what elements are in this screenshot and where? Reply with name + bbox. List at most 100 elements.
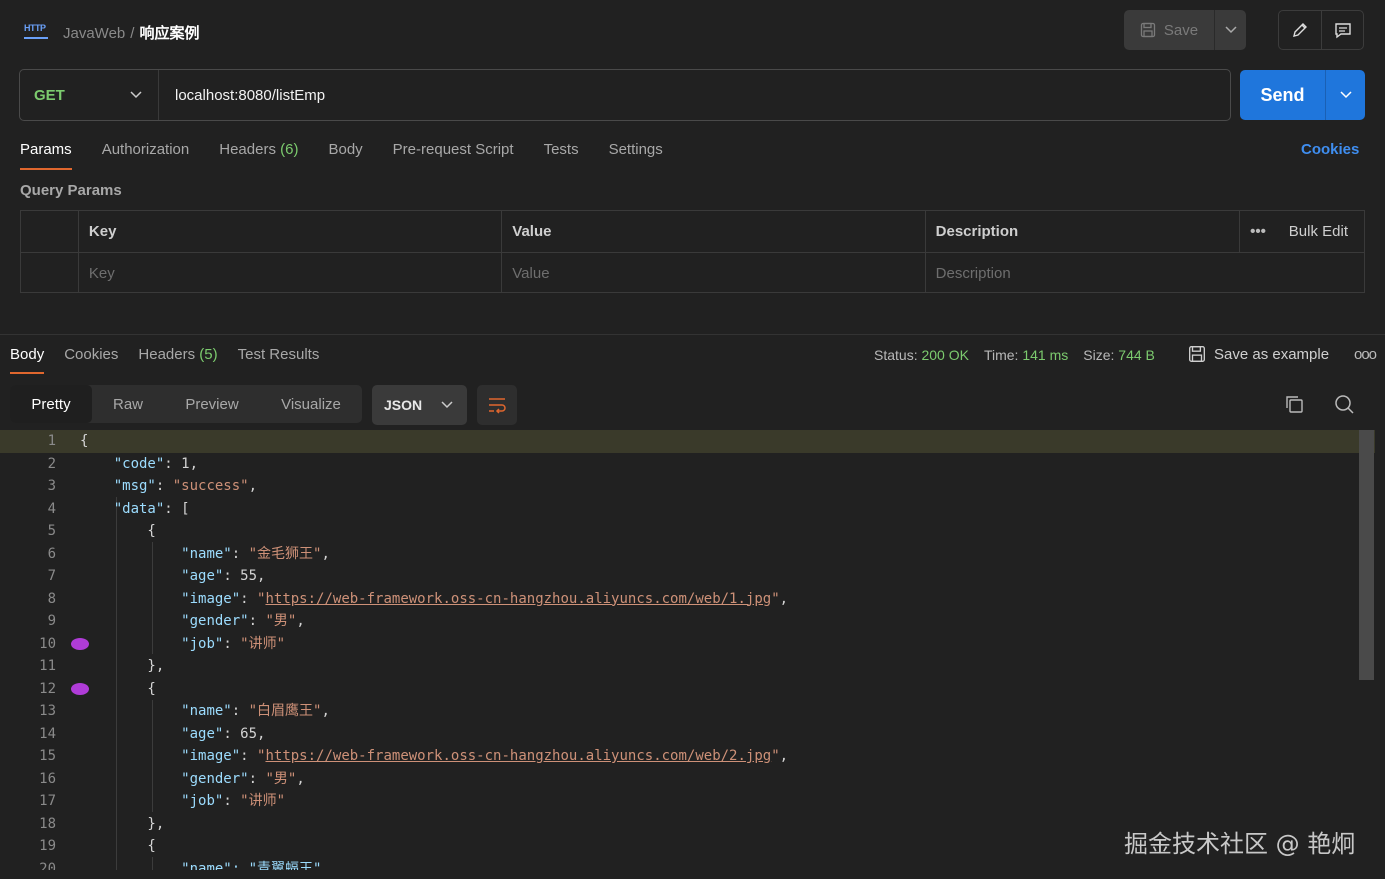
http-icon: HTTP xyxy=(24,21,48,39)
cookies-link[interactable]: Cookies xyxy=(1301,141,1359,158)
url-input[interactable] xyxy=(159,86,1230,104)
copy-button[interactable] xyxy=(1284,394,1304,418)
save-icon xyxy=(1189,346,1205,362)
response-tab-headers[interactable]: Headers (5) xyxy=(138,346,217,374)
code-line: 16 "gender": "男", xyxy=(0,768,1375,791)
request-name[interactable]: 响应案例 xyxy=(139,25,199,42)
json-number: 65 xyxy=(240,725,258,742)
line-number: 11 xyxy=(39,658,56,674)
response-tab-body[interactable]: Body xyxy=(10,346,45,374)
request-header: HTTP JavaWeb / 响应案例 Save xyxy=(0,0,1385,62)
line-number: 13 xyxy=(39,703,56,719)
tab-body[interactable]: Body xyxy=(328,140,362,170)
more-options-icon[interactable]: ooo xyxy=(1354,346,1377,363)
line-number: 12 xyxy=(39,680,56,697)
comments-button[interactable] xyxy=(1321,11,1363,49)
json-key: "gender" xyxy=(181,770,249,787)
code-text: "job": "讲师" xyxy=(181,635,286,652)
scrollbar-thumb[interactable] xyxy=(1359,430,1374,680)
response-meta: Status: 200 OK Time: 141 ms Size: 744 B xyxy=(874,347,1155,363)
code-text: "code": 1, xyxy=(113,455,199,472)
save-button-group: Save xyxy=(1124,10,1246,50)
send-options-button[interactable] xyxy=(1325,70,1365,120)
size-info[interactable]: Size: 744 B xyxy=(1083,347,1155,363)
code-line: 14 "age": 65, xyxy=(0,723,1375,746)
description-input[interactable]: Description xyxy=(926,253,1364,293)
code-text: { xyxy=(80,523,156,539)
json-string: "讲师" xyxy=(240,635,286,652)
breadcrumb: JavaWeb / 响应案例 xyxy=(63,22,199,43)
code-text: "msg": "success", xyxy=(113,478,258,494)
format-select[interactable]: JSON xyxy=(372,385,467,425)
format-label: JSON xyxy=(384,397,423,413)
tab-tests[interactable]: Tests xyxy=(544,140,579,170)
json-url-link[interactable]: https://web-framework.oss-cn-hangzhou.al… xyxy=(265,591,771,607)
view-tab-visualize[interactable]: Visualize xyxy=(260,385,362,423)
time-info[interactable]: Time: 141 ms xyxy=(984,347,1068,363)
key-input[interactable]: Key xyxy=(79,253,503,293)
chevron-down-icon xyxy=(1339,91,1352,99)
status-info[interactable]: Status: 200 OK xyxy=(874,347,969,363)
save-button[interactable]: Save xyxy=(1124,10,1214,50)
code-text: "gender": "男", xyxy=(181,770,305,787)
view-tab-pretty[interactable]: Pretty xyxy=(10,385,92,423)
code-line: 5 { xyxy=(0,520,1375,543)
json-key: "data" xyxy=(113,500,165,517)
line-number: 18 xyxy=(39,815,56,832)
tab-headers[interactable]: Headers (6) xyxy=(219,140,298,170)
tab-prerequest-script[interactable]: Pre-request Script xyxy=(393,140,514,170)
line-number: 9 xyxy=(47,613,56,629)
line-number: 8 xyxy=(47,590,56,607)
response-tab-cookies[interactable]: Cookies xyxy=(64,346,118,374)
comment-icon xyxy=(1334,23,1351,39)
headers-count: (6) xyxy=(280,141,299,158)
view-tab-preview[interactable]: Preview xyxy=(164,385,260,423)
code-text: { xyxy=(80,433,89,449)
send-button[interactable]: Send xyxy=(1240,70,1325,120)
chevron-down-icon xyxy=(441,401,453,409)
code-text: { xyxy=(80,680,156,697)
save-options-button[interactable] xyxy=(1214,10,1246,50)
save-as-example-button[interactable]: Save as example xyxy=(1188,345,1329,363)
code-line: 15 "image": "https://web-framework.oss-c… xyxy=(0,745,1375,768)
response-tab-test-results[interactable]: Test Results xyxy=(238,346,320,374)
json-key: "age" xyxy=(181,568,224,584)
value-input[interactable]: Value xyxy=(502,253,926,293)
query-params-table: Key Value Description ••• Bulk Edit Key … xyxy=(20,210,1365,293)
code-text: "job": "讲师" xyxy=(181,793,286,809)
code-line: 6 "name": "金毛狮王", xyxy=(0,543,1375,566)
search-icon xyxy=(1335,395,1354,414)
save-as-example-label: Save as example xyxy=(1214,345,1330,363)
tab-params[interactable]: Params xyxy=(20,140,72,170)
bulk-edit-button[interactable]: Bulk Edit xyxy=(1289,223,1348,240)
code-line: 10 "job": "讲师" xyxy=(0,633,1375,656)
breadcrumb-collection[interactable]: JavaWeb xyxy=(63,25,125,42)
code-line: 20 "name": "青翼蝠王" xyxy=(0,858,1375,871)
code-line: 7 "age": 55, xyxy=(0,565,1375,588)
view-tab-raw[interactable]: Raw xyxy=(92,385,164,423)
json-string: "讲师" xyxy=(240,793,286,809)
tab-settings[interactable]: Settings xyxy=(609,140,663,170)
edit-button[interactable] xyxy=(1279,11,1321,49)
code-line: 17 "job": "讲师" xyxy=(0,790,1375,813)
more-options-icon[interactable]: ••• xyxy=(1250,223,1266,240)
description-column-header: Description xyxy=(926,211,1241,252)
code-line: 12 { xyxy=(0,678,1375,701)
chevron-down-icon xyxy=(1224,26,1237,34)
request-tabs: Params Authorization Headers (6) Body Pr… xyxy=(20,140,693,172)
code-text: }, xyxy=(80,658,165,674)
wrap-lines-button[interactable] xyxy=(477,385,517,425)
code-line: 4 "data": [ xyxy=(0,498,1375,521)
search-button[interactable] xyxy=(1334,394,1354,418)
tab-authorization[interactable]: Authorization xyxy=(102,140,190,170)
json-url-link[interactable]: https://web-framework.oss-cn-hangzhou.al… xyxy=(265,748,771,764)
code-text: "age": 65, xyxy=(181,725,266,742)
line-number: 10 xyxy=(39,635,56,652)
code-line: 2 "code": 1, xyxy=(0,453,1375,476)
response-headers-count: (5) xyxy=(199,346,218,363)
response-body-editor[interactable]: 1{ 2 "code": 1, 3 "msg": "success", 4 "d… xyxy=(0,430,1375,870)
line-number: 1 xyxy=(47,433,56,449)
table-row: Key Value Description xyxy=(21,252,1364,293)
method-select[interactable]: GET xyxy=(20,70,159,120)
editor-scrollbar[interactable] xyxy=(1358,430,1375,870)
